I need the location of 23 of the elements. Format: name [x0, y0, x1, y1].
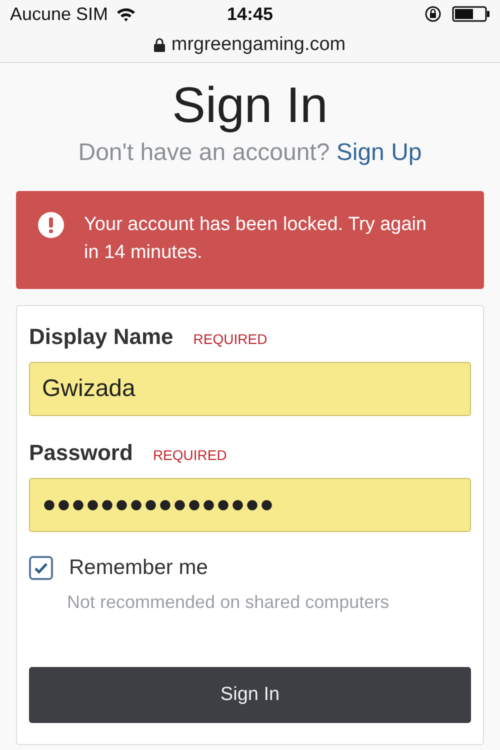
clock-time: 14:45 — [226, 4, 274, 24]
sign-in-button[interactable]: Sign In — [29, 667, 471, 723]
required-label: REQUIRED — [152, 447, 227, 463]
carrier-name: Aucune SIM — [10, 4, 108, 24]
sign-up-link[interactable]: Sign Up — [336, 139, 422, 166]
rotation-lock-icon — [424, 5, 442, 23]
field-label: Display Name — [29, 324, 174, 350]
remember-hint: Not recommended on shared computers — [67, 592, 390, 613]
battery-icon — [452, 6, 490, 22]
remember-label: Remember me — [69, 556, 208, 580]
checkmark-icon — [34, 562, 48, 574]
page-title: Sign In — [171, 76, 329, 135]
remember-checkbox[interactable] — [29, 556, 53, 580]
alert-message: Your account has been locked. Try again in 14 minutes. — [84, 213, 428, 265]
exclamation-icon — [38, 212, 64, 238]
input-field[interactable]: ●●●●●●●●●●●●●●●● — [29, 478, 471, 532]
required-label: REQUIRED — [193, 331, 268, 347]
url-text: mrgreengaming.com — [171, 34, 346, 56]
lock-icon — [154, 38, 166, 52]
field-label: Password — [29, 440, 133, 466]
wifi-icon — [116, 6, 136, 22]
input-field[interactable]: Gwizada — [29, 362, 471, 416]
signup-prompt: Don't have an account? — [78, 139, 330, 166]
